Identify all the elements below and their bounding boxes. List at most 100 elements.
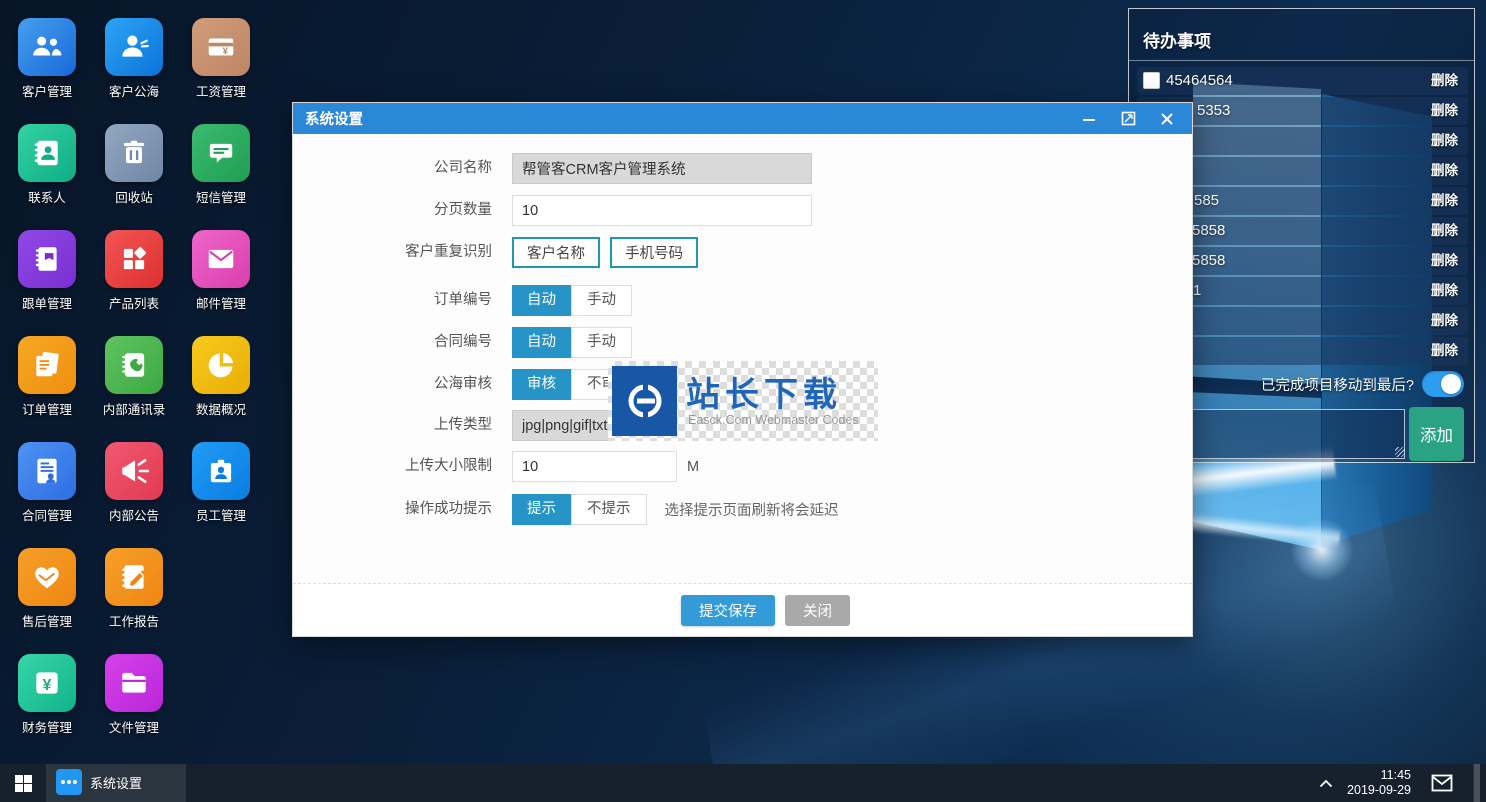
submit-save-button[interactable]: 提交保存 xyxy=(681,595,775,626)
success-tip-row: 操作成功提示 提示 不提示 选择提示页面刷新将会延迟 xyxy=(351,494,1151,525)
staff-badge-icon xyxy=(205,455,237,487)
upload-type-label: 上传类型 xyxy=(351,410,492,441)
desktop-tile-aftersale-heart[interactable] xyxy=(18,548,76,606)
todo-item-text: 1 xyxy=(1193,277,1201,305)
contacts-icon xyxy=(31,137,63,169)
desktop-tile-trash[interactable] xyxy=(105,124,163,182)
desktop-tile-label[interactable]: 员工管理 xyxy=(166,505,276,524)
desktop-tile-mail[interactable] xyxy=(192,230,250,288)
todo-item-text: 585 xyxy=(1194,187,1219,215)
sea-audit-label: 公海审核 xyxy=(351,369,492,400)
mail-icon xyxy=(205,243,237,275)
clock-time: 11:45 xyxy=(1347,768,1411,783)
contract-manual-option[interactable]: 手动 xyxy=(571,327,632,358)
order-number-segment: 自动 手动 xyxy=(512,285,632,316)
todo-delete-button[interactable]: 删除 xyxy=(1431,187,1458,215)
show-desktop-button[interactable] xyxy=(1473,764,1480,802)
desktop-tile-staff-badge[interactable] xyxy=(192,442,250,500)
pagination-input[interactable] xyxy=(512,195,812,226)
desktop-tile-announcement[interactable] xyxy=(105,442,163,500)
contract-auto-option[interactable]: 自动 xyxy=(512,327,571,358)
upload-size-input[interactable] xyxy=(512,451,677,482)
desktop-tile-finance-yen[interactable]: ¥ xyxy=(18,654,76,712)
company-name-input[interactable] xyxy=(512,153,812,184)
contract-number-row: 合同编号 自动 手动 xyxy=(351,327,1151,358)
desktop-tile-label[interactable]: 文件管理 xyxy=(79,717,189,736)
taskbar-app-system-settings[interactable]: 系统设置 xyxy=(46,764,186,802)
todo-delete-button[interactable]: 删除 xyxy=(1431,67,1458,95)
notification-mail-icon[interactable] xyxy=(1425,774,1459,792)
start-button[interactable] xyxy=(0,764,46,802)
desktop-tile-label[interactable]: 工作报告 xyxy=(79,611,189,630)
desktop-tile-label[interactable]: 工资管理 xyxy=(166,81,276,100)
todo-delete-button[interactable]: 删除 xyxy=(1431,337,1458,365)
desktop-tile-user-sea[interactable] xyxy=(105,18,163,76)
todo-checkbox[interactable] xyxy=(1143,72,1160,89)
move-completed-toggle[interactable] xyxy=(1422,371,1464,397)
desktop-tile-sms[interactable] xyxy=(192,124,250,182)
desktop-tile-contract[interactable] xyxy=(18,442,76,500)
order-auto-option[interactable]: 自动 xyxy=(512,285,571,316)
todo-delete-button[interactable]: 删除 xyxy=(1431,247,1458,275)
contract-number-segment: 自动 手动 xyxy=(512,327,632,358)
dialog-titlebar[interactable]: 系统设置 xyxy=(293,103,1192,134)
maximize-icon[interactable] xyxy=(1115,108,1141,130)
sea-audit-on-option[interactable]: 审核 xyxy=(512,369,571,400)
tip-off-option[interactable]: 不提示 xyxy=(571,494,647,525)
dup-by-customer-name-button[interactable]: 客户名称 xyxy=(512,237,600,268)
todo-delete-button[interactable]: 删除 xyxy=(1431,127,1458,155)
watermark-title: 站长下载 xyxy=(686,367,842,416)
tip-on-option[interactable]: 提示 xyxy=(512,494,571,525)
easck-logo-icon xyxy=(612,366,677,436)
tray-chevron-up-icon[interactable] xyxy=(1319,779,1333,788)
dialog-title: 系统设置 xyxy=(305,108,363,129)
desktop-tile-salary-card[interactable]: ¥ xyxy=(192,18,250,76)
trash-icon xyxy=(118,137,150,169)
textarea-resize-grip[interactable] xyxy=(1395,447,1405,457)
add-todo-button[interactable]: 添加 xyxy=(1409,407,1464,461)
svg-text:¥: ¥ xyxy=(43,677,52,694)
clock-date: 2019-09-29 xyxy=(1347,783,1411,798)
desktop-tile-phonebook[interactable] xyxy=(105,336,163,394)
desktop-tile-files-folder[interactable] xyxy=(105,654,163,712)
sms-icon xyxy=(205,137,237,169)
announcement-icon xyxy=(118,455,150,487)
aftersale-heart-icon xyxy=(31,561,63,593)
svg-text:¥: ¥ xyxy=(223,46,229,57)
close-icon[interactable] xyxy=(1154,108,1180,130)
dup-by-phone-button[interactable]: 手机号码 xyxy=(610,237,698,268)
desktop-tile-label[interactable]: 数据概况 xyxy=(166,399,276,418)
company-name-row: 公司名称 xyxy=(351,153,1151,184)
upload-size-unit: M xyxy=(687,459,699,475)
desktop-tile-products-grid[interactable] xyxy=(105,230,163,288)
company-name-label: 公司名称 xyxy=(351,153,492,184)
todo-delete-button[interactable]: 删除 xyxy=(1431,157,1458,185)
desktop-tile-label[interactable]: 短信管理 xyxy=(166,187,276,206)
todo-delete-button[interactable]: 删除 xyxy=(1431,217,1458,245)
close-button[interactable]: 关闭 xyxy=(785,595,850,626)
todo-delete-button[interactable]: 删除 xyxy=(1431,277,1458,305)
desktop-tile-work-report[interactable] xyxy=(105,548,163,606)
order-manual-option[interactable]: 手动 xyxy=(571,285,632,316)
desktop-tile-label[interactable]: 邮件管理 xyxy=(166,293,276,312)
salary-card-icon: ¥ xyxy=(205,31,237,63)
todo-delete-button[interactable]: 删除 xyxy=(1431,97,1458,125)
desktop-tile-pie-chart[interactable] xyxy=(192,336,250,394)
todo-item-text: 5858 xyxy=(1192,217,1225,245)
move-completed-label: 已完成项目移动到最后? xyxy=(1261,374,1414,395)
desktop-tile-orders[interactable] xyxy=(18,336,76,394)
files-folder-icon xyxy=(118,667,150,699)
finance-yen-icon: ¥ xyxy=(31,667,63,699)
contract-icon xyxy=(31,455,63,487)
todo-delete-button[interactable]: 删除 xyxy=(1431,307,1458,335)
desktop-tile-follow-book[interactable] xyxy=(18,230,76,288)
desktop-tile-users[interactable] xyxy=(18,18,76,76)
todo-item-text: 45464564 xyxy=(1166,67,1233,95)
products-grid-icon xyxy=(118,243,150,275)
minimize-icon[interactable] xyxy=(1076,108,1102,130)
taskbar-clock[interactable]: 11:45 2019-09-29 xyxy=(1347,768,1411,798)
toggle-knob xyxy=(1441,374,1461,394)
wallpaper-light-beam xyxy=(1179,512,1340,549)
wallpaper-corner-glow xyxy=(1290,518,1354,582)
desktop-tile-contacts[interactable] xyxy=(18,124,76,182)
